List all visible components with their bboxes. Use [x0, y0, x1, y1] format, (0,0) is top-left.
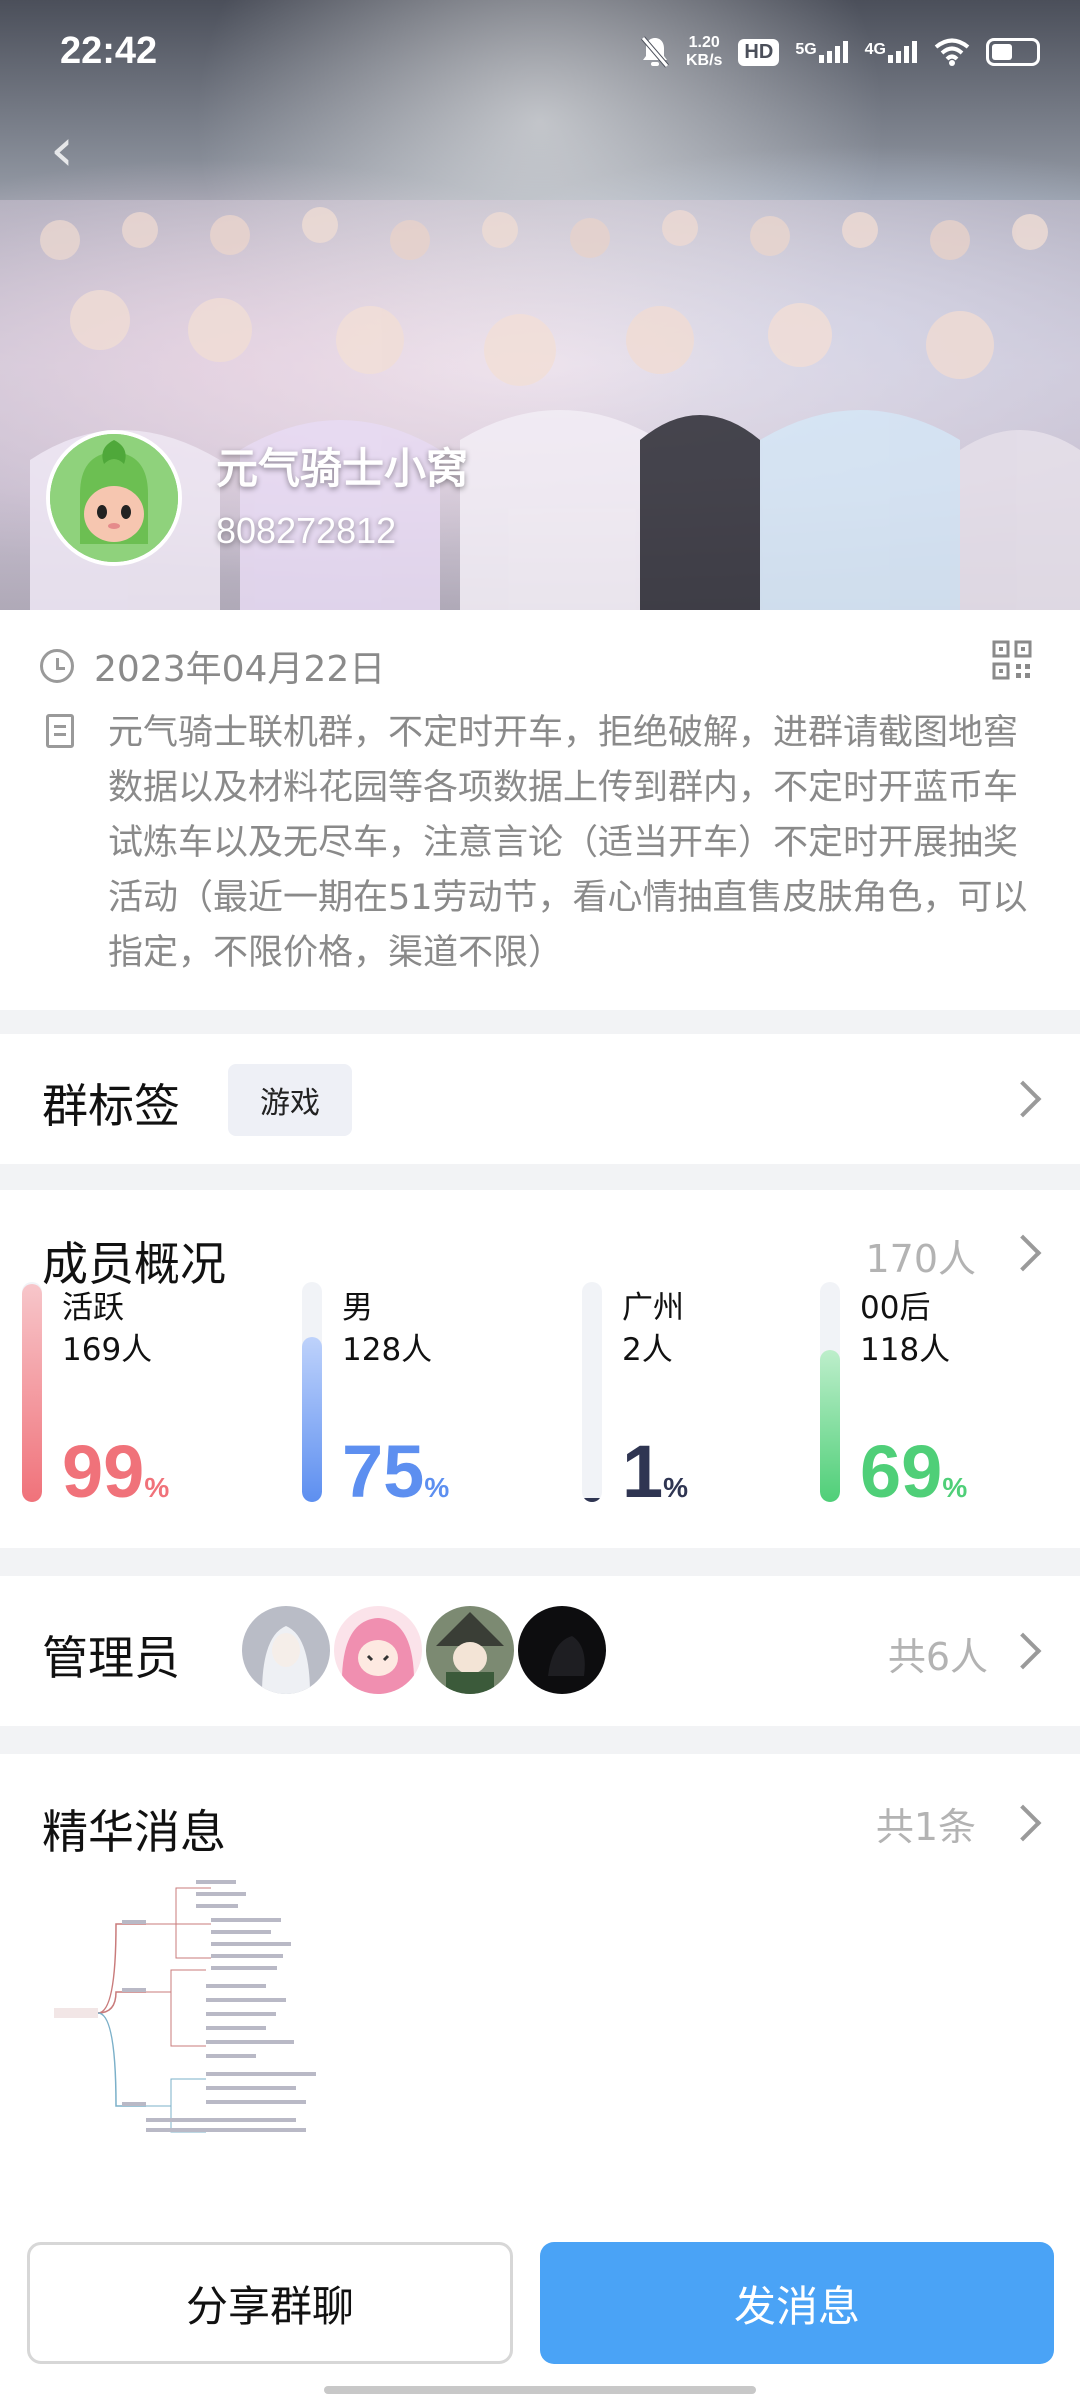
stat-count: 169人: [62, 1332, 153, 1368]
stat-label: 男: [342, 1290, 373, 1326]
bottom-action-bar: 分享群聊 发消息: [0, 2220, 1080, 2400]
stat-region: 广州 2人 1%: [582, 1282, 832, 1522]
clock-icon: [40, 649, 74, 683]
created-date: 2023年04月22日: [94, 649, 386, 690]
stat-bar-fill: [22, 1284, 42, 1502]
admin-avatar[interactable]: [426, 1606, 514, 1694]
stat-count: 128人: [342, 1332, 433, 1368]
signal-4g-icon: 4G: [865, 41, 918, 63]
stat-label: 00后: [860, 1290, 931, 1326]
stat-bar-fill: [302, 1337, 322, 1502]
stat-active: 活跃 169人 99%: [22, 1282, 272, 1522]
qr-code-icon[interactable]: [992, 640, 1032, 680]
battery-icon: [986, 38, 1040, 66]
signal-5g-icon: 5G: [795, 41, 848, 63]
stat-percent: 1%: [622, 1430, 689, 1513]
mute-icon: [641, 36, 669, 68]
admin-avatar[interactable]: [334, 1606, 422, 1694]
group-tags-card[interactable]: 群标签 游戏: [0, 1034, 1080, 1164]
stat-percent: 75%: [342, 1430, 450, 1513]
admins-count: 共6人: [887, 1635, 988, 1679]
admin-avatar[interactable]: [242, 1606, 330, 1694]
status-time: 22:42: [60, 30, 158, 72]
stat-bar: [582, 1282, 602, 1502]
stat-count: 118人: [860, 1332, 951, 1368]
stat-percent: 69%: [860, 1430, 968, 1513]
status-bar: 22:42 1.20 KB/s HD 5G 4G: [0, 0, 1080, 110]
chevron-right-icon: [1004, 1234, 1042, 1272]
avatar-character-image: [50, 434, 178, 562]
stat-percent: 99%: [62, 1430, 170, 1513]
members-total: 170人: [865, 1237, 976, 1281]
group-id: 808272812: [216, 510, 397, 551]
hd-icon: HD: [738, 38, 780, 66]
essence-count: 共1条: [875, 1805, 976, 1849]
stat-age: 00后 118人 69%: [820, 1282, 1070, 1522]
stat-bar: [820, 1282, 840, 1502]
stat-male: 男 128人 75%: [302, 1282, 552, 1522]
group-avatar[interactable]: [46, 430, 182, 566]
network-speed: 1.20 KB/s: [685, 34, 723, 69]
group-tags-title: 群标签: [42, 1079, 180, 1133]
members-overview-card[interactable]: 成员概况 170人 活跃 169人 99% 男 128人 75% 广州 2人 1…: [0, 1190, 1080, 1548]
admins-card[interactable]: 管理员 共6人: [0, 1576, 1080, 1726]
admins-title: 管理员: [42, 1631, 180, 1685]
home-indicator[interactable]: [324, 2386, 756, 2394]
chevron-right-icon: [1004, 1080, 1042, 1118]
group-tag: 游戏: [228, 1064, 352, 1136]
group-name: 元气骑士小窝: [216, 444, 469, 493]
stat-bar-fill: [820, 1350, 840, 1502]
wifi-icon: [934, 38, 970, 66]
description-icon: [46, 714, 74, 748]
group-cover-image: 22:42 1.20 KB/s HD 5G 4G ‹ 元气骑士小窝 808272…: [0, 0, 1080, 610]
created-date-row: 2023年04月22日: [40, 640, 385, 692]
cover-photo-crowd: [0, 200, 1080, 610]
stat-label: 广州: [622, 1290, 684, 1326]
stat-bar: [302, 1282, 322, 1502]
stat-count: 2人: [622, 1332, 673, 1368]
group-description: 元气骑士联机群，不定时开车，拒绝破解，进群请截图地窖数据以及材料花园等各项数据上…: [108, 713, 1028, 973]
status-icons: 1.20 KB/s HD 5G 4G: [640, 34, 1040, 70]
essence-title: 精华消息: [42, 1805, 226, 1859]
group-info-section: 2023年04月22日 元气骑士联机群，不定时开车，拒绝破解，进群请截图地窖数据…: [0, 610, 1080, 1010]
send-message-button[interactable]: 发消息: [540, 2242, 1054, 2364]
admin-avatar[interactable]: [518, 1606, 606, 1694]
back-arrow-icon[interactable]: ‹: [50, 120, 100, 180]
share-group-button[interactable]: 分享群聊: [27, 2242, 513, 2364]
essence-mindmap-image[interactable]: [46, 1874, 346, 2134]
stat-bar-fill: [582, 1497, 602, 1502]
stat-bar: [22, 1282, 42, 1502]
admin-avatars: [242, 1606, 606, 1694]
chevron-right-icon: [1004, 1804, 1042, 1842]
chevron-right-icon: [1004, 1632, 1042, 1670]
group-profile-page: 22:42 1.20 KB/s HD 5G 4G ‹ 元气骑士小窝 808272…: [0, 0, 1080, 2400]
stat-label: 活跃: [62, 1290, 124, 1326]
essence-messages-card[interactable]: 精华消息 共1条: [0, 1754, 1080, 2220]
